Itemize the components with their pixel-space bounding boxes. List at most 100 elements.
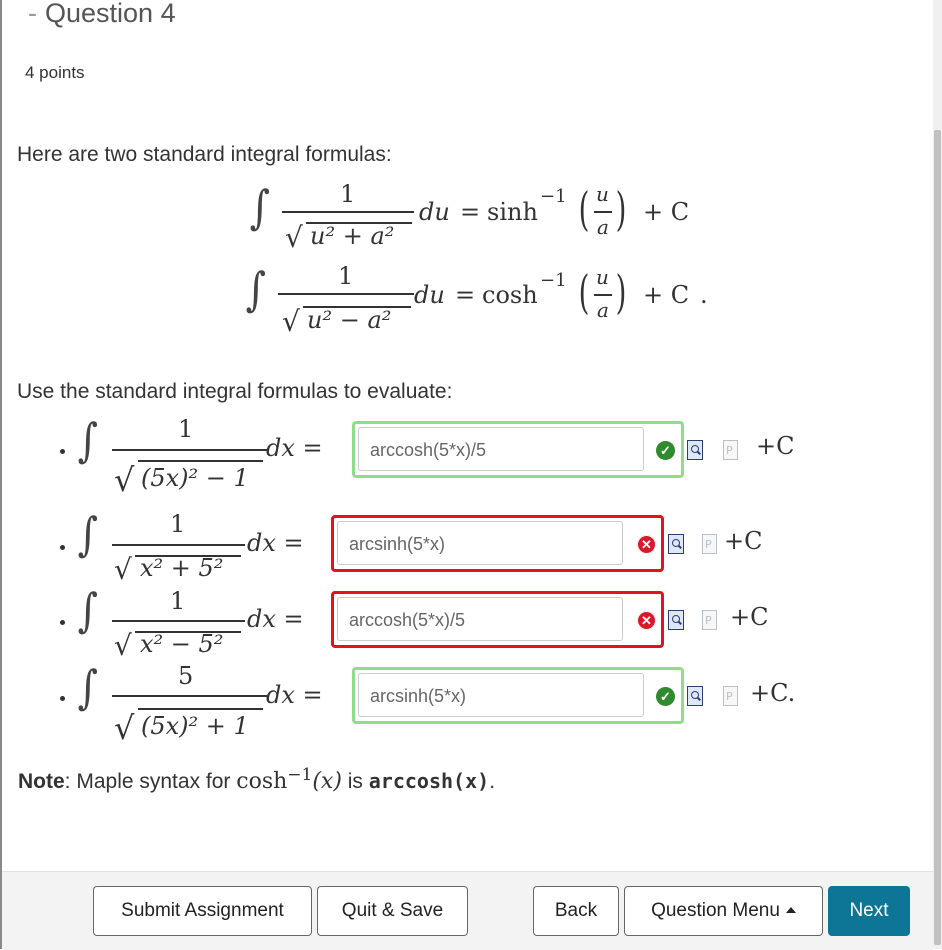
result-exponent: −1 bbox=[540, 270, 567, 291]
page-frame-left bbox=[0, 0, 2, 949]
answer-box-correct: arccosh(5*x)/5 bbox=[352, 421, 684, 478]
arg-denominator: a bbox=[597, 215, 609, 239]
x-circle-icon: ✕ bbox=[637, 611, 656, 630]
radicand: x² + 5² bbox=[140, 554, 224, 582]
answer-box-incorrect: arcsinh(5*x) bbox=[331, 515, 664, 572]
scrollbar-thumb[interactable] bbox=[934, 130, 941, 945]
numerator: 5 bbox=[178, 662, 194, 690]
note-exponent: −1 bbox=[287, 765, 313, 785]
differential: du bbox=[419, 198, 450, 226]
radicand: u² − a² bbox=[307, 306, 392, 334]
next-button[interactable]: Next bbox=[828, 886, 910, 936]
question-title: Question 4 bbox=[45, 0, 176, 28]
back-button[interactable]: Back bbox=[533, 886, 619, 936]
task-text: Use the standard integral formulas to ev… bbox=[17, 380, 453, 403]
integral-sign: ∫ bbox=[249, 180, 271, 234]
constant: +C. bbox=[750, 679, 796, 707]
bullet bbox=[60, 696, 65, 701]
bullet bbox=[60, 620, 65, 625]
question-points: 4 points bbox=[25, 63, 85, 82]
answer-input[interactable]: arccosh(5*x)/5 bbox=[358, 427, 644, 471]
quit-save-button[interactable]: Quit & Save bbox=[317, 886, 468, 936]
sqrt-sign: √ bbox=[285, 221, 303, 254]
radicand: u² + a² bbox=[310, 222, 395, 250]
fraction-bar bbox=[112, 620, 245, 622]
integral-sign: ∫ bbox=[245, 262, 267, 316]
sqrt-sign: √ bbox=[114, 461, 135, 499]
differential: dx = bbox=[266, 434, 323, 462]
constant: +C bbox=[756, 432, 795, 460]
answer-box-correct: arcsinh(5*x) bbox=[352, 667, 684, 724]
arg-denominator: a bbox=[597, 298, 609, 322]
equals: = bbox=[455, 281, 476, 309]
preview-magnifier-icon[interactable] bbox=[668, 610, 684, 630]
sqrt-sign: √ bbox=[114, 709, 135, 747]
note-argument: (x) bbox=[312, 769, 342, 794]
note-function: cosh bbox=[236, 769, 288, 794]
result-function: cosh bbox=[482, 281, 538, 309]
equals: = bbox=[460, 198, 481, 226]
differential: dx = bbox=[247, 605, 304, 633]
check-circle-icon: ✓ bbox=[656, 687, 675, 706]
sqrt-sign: √ bbox=[114, 629, 132, 662]
sqrt-sign: √ bbox=[114, 553, 132, 586]
note-text-end: . bbox=[489, 770, 496, 793]
document-p-icon[interactable]: P bbox=[702, 534, 717, 554]
fraction-bar bbox=[112, 695, 267, 697]
answer-input[interactable]: arcsinh(5*x) bbox=[337, 521, 623, 565]
fraction-bar bbox=[278, 293, 414, 295]
collapse-dash[interactable]: - bbox=[28, 0, 37, 28]
result-function: sinh bbox=[487, 198, 538, 226]
note-text-before: : Maple syntax for bbox=[64, 770, 237, 793]
differential: du bbox=[414, 281, 445, 309]
document-p-icon[interactable]: P bbox=[723, 686, 738, 706]
open-paren: ( bbox=[578, 265, 590, 319]
check-circle-icon: ✓ bbox=[656, 441, 675, 460]
sqrt-sign: √ bbox=[282, 305, 300, 338]
arg-fraction-bar bbox=[594, 211, 612, 213]
preview-magnifier-icon[interactable] bbox=[668, 534, 684, 554]
fraction-bar bbox=[282, 211, 414, 213]
preview-magnifier-icon[interactable] bbox=[687, 440, 703, 460]
answer-input[interactable]: arccosh(5*x)/5 bbox=[337, 597, 623, 641]
answer-box-incorrect: arccosh(5*x)/5 bbox=[331, 591, 664, 648]
radicand: (5x)² − 1 bbox=[141, 464, 249, 492]
radicand: x² − 5² bbox=[140, 630, 224, 658]
close-paren: ) bbox=[615, 265, 627, 319]
constant: + C bbox=[643, 198, 690, 226]
note-code: arccosh(x) bbox=[368, 769, 490, 793]
note-text-mid: is bbox=[341, 770, 369, 793]
note-label: Note bbox=[18, 770, 65, 793]
submit-assignment-button[interactable]: Submit Assignment bbox=[93, 886, 312, 936]
fraction-bar bbox=[112, 544, 245, 546]
bullet bbox=[60, 545, 65, 550]
note: Note: Maple syntax for cosh−1(x) is arcc… bbox=[18, 765, 495, 794]
integral-sign: ∫ bbox=[77, 660, 99, 714]
question-header[interactable]: - Question 4 bbox=[28, 0, 176, 29]
numerator: 1 bbox=[340, 180, 356, 208]
question-menu-button[interactable]: Question Menu bbox=[624, 886, 823, 936]
radicand: (5x)² + 1 bbox=[141, 712, 249, 740]
open-paren: ( bbox=[578, 182, 590, 236]
differential: dx = bbox=[247, 529, 304, 557]
scrollbar[interactable] bbox=[933, 0, 942, 949]
constant: + C bbox=[643, 281, 690, 309]
question-menu-label: Question Menu bbox=[651, 900, 780, 921]
integral-sign: ∫ bbox=[77, 507, 99, 561]
constant: +C bbox=[724, 527, 763, 555]
bullet bbox=[60, 449, 65, 454]
intro-text: Here are two standard integral formulas: bbox=[17, 143, 392, 166]
document-p-icon[interactable]: P bbox=[702, 610, 717, 630]
sqrt-bar bbox=[138, 708, 263, 710]
document-p-icon[interactable]: P bbox=[723, 440, 738, 460]
answer-input[interactable]: arcsinh(5*x) bbox=[358, 673, 644, 717]
numerator: 1 bbox=[338, 262, 354, 290]
arg-numerator: u bbox=[596, 182, 609, 206]
constant: +C bbox=[730, 603, 769, 631]
preview-magnifier-icon[interactable] bbox=[687, 686, 703, 706]
integral-sign: ∫ bbox=[77, 583, 99, 637]
fraction-bar bbox=[112, 449, 267, 451]
period: . bbox=[700, 281, 708, 309]
numerator: 1 bbox=[170, 587, 186, 615]
differential: dx = bbox=[266, 681, 323, 709]
